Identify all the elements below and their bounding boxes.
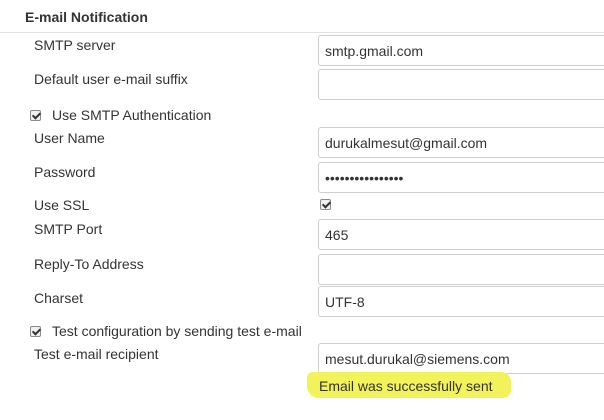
reply-to-input[interactable] — [318, 254, 604, 285]
smtp-server-label: SMTP server — [34, 37, 116, 53]
use-ssl-label: Use SSL — [34, 197, 90, 213]
test-recipient-label: Test e-mail recipient — [34, 346, 159, 362]
default-suffix-label: Default user e-mail suffix — [34, 71, 188, 87]
user-name-label: User Name — [34, 130, 105, 146]
test-recipient-input[interactable] — [318, 343, 604, 374]
charset-label: Charset — [34, 290, 84, 306]
charset-input[interactable] — [318, 286, 604, 317]
password-label: Password — [34, 164, 96, 180]
password-input[interactable] — [318, 162, 604, 193]
default-suffix-input[interactable] — [318, 69, 604, 100]
use-ssl-checkbox[interactable] — [320, 199, 331, 210]
use-smtp-auth-checkbox[interactable] — [30, 110, 41, 121]
reply-to-label: Reply-To Address — [34, 256, 144, 272]
success-message: Email was successfully sent — [319, 378, 493, 394]
section-title: E-mail Notification — [25, 9, 148, 25]
test-config-label: Test configuration by sending test e-mai… — [52, 323, 302, 339]
smtp-server-input[interactable] — [318, 35, 604, 66]
user-name-input[interactable] — [318, 127, 604, 158]
smtp-port-input[interactable] — [318, 219, 604, 250]
test-config-checkbox[interactable] — [30, 326, 41, 337]
section-header: E-mail Notification — [0, 0, 604, 33]
smtp-port-label: SMTP Port — [34, 221, 103, 237]
use-smtp-auth-label: Use SMTP Authentication — [52, 107, 212, 123]
